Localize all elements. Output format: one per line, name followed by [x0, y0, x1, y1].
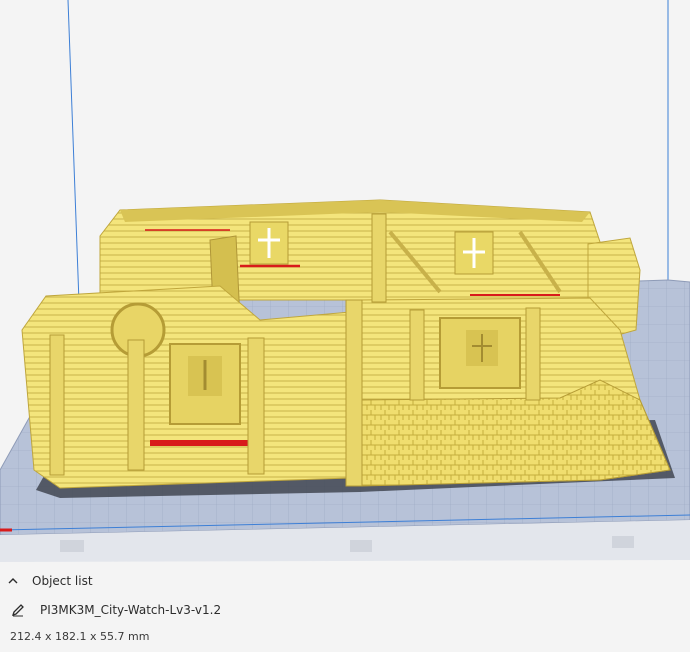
plate-foot-left: [60, 540, 84, 552]
object-dimensions: 212.4 x 182.1 x 55.7 mm: [10, 630, 150, 643]
model-post-2: [127, 339, 145, 471]
model-post-1: [49, 334, 65, 476]
build-volume-edge-left: [67, 0, 81, 331]
plate-foot-right: [612, 536, 634, 548]
slicer-window: Object list PI3MK3M_City-Watch-Lv3-v1.2 …: [0, 0, 690, 652]
plate-foot-mid: [350, 540, 372, 552]
model-beam-2: [525, 307, 541, 401]
model-city-watch[interactable]: [21, 199, 671, 489]
model-beam-1: [409, 309, 425, 401]
pencil-icon[interactable]: [10, 602, 26, 618]
3d-viewport[interactable]: [0, 0, 690, 652]
object-panel: Object list PI3MK3M_City-Watch-Lv3-v1.2 …: [0, 568, 690, 652]
chevron-up-icon: [8, 578, 18, 584]
model-post-3: [247, 337, 265, 475]
object-list-item[interactable]: PI3MK3M_City-Watch-Lv3-v1.2: [10, 602, 221, 618]
object-list-label: Object list: [32, 574, 93, 588]
model-pillar-mid: [371, 213, 387, 303]
model-overhang-4: [150, 440, 260, 446]
object-name: PI3MK3M_City-Watch-Lv3-v1.2: [40, 603, 222, 617]
viewport-canvas[interactable]: [0, 0, 690, 652]
object-list-toggle[interactable]: Object list: [6, 574, 93, 588]
model-pillar-center: [345, 299, 363, 487]
